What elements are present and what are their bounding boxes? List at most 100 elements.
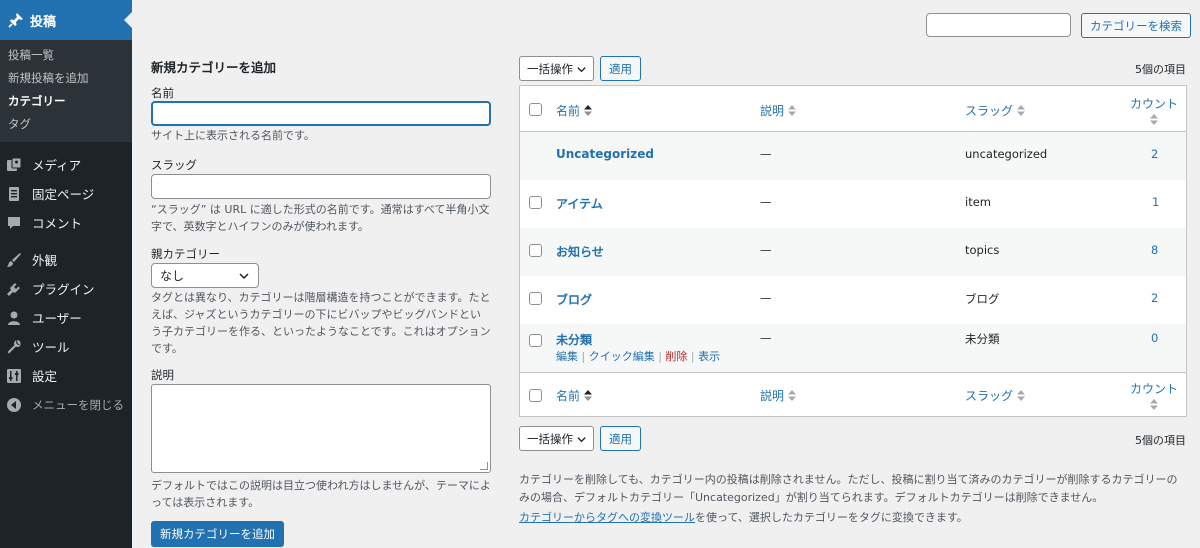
description-label: 説明 <box>151 368 174 382</box>
category-description: — <box>760 243 772 257</box>
chevron-down-icon <box>576 434 587 448</box>
column-count-label: カウント <box>1130 382 1179 396</box>
item-count-top: 5個の項目 <box>1135 63 1186 76</box>
category-description: — <box>760 331 772 345</box>
slug-input[interactable] <box>151 174 491 199</box>
column-description-header[interactable]: 説明 <box>760 102 797 119</box>
column-slug-header[interactable]: スラッグ <box>965 102 1026 119</box>
select-all-checkbox[interactable] <box>529 103 542 116</box>
menu-tools-label: ツール <box>32 340 70 355</box>
column-description-footer[interactable]: 説明 <box>760 387 797 404</box>
sort-arrows-icon <box>584 105 593 116</box>
table-row: ブログ — ブログ 2 <box>520 276 1186 324</box>
search-category-button[interactable]: カテゴリーを検索 <box>1081 13 1191 38</box>
converter-text: を使って、選択したカテゴリーをタグに変換できます。 <box>695 511 968 524</box>
menu-comments[interactable]: コメント <box>0 208 132 237</box>
view-link[interactable]: 表示 <box>698 350 720 363</box>
category-count-link[interactable]: 2 <box>1151 291 1158 305</box>
category-name-link[interactable]: ブログ <box>556 291 592 308</box>
menu-users[interactable]: ユーザー <box>0 303 132 332</box>
table-row: Uncategorized — uncategorized 2 <box>520 132 1186 180</box>
menu-tools[interactable]: ツール <box>0 332 132 361</box>
menu-media[interactable]: メディア <box>0 150 132 179</box>
category-slug: uncategorized <box>965 147 1048 161</box>
apply-button-top[interactable]: 適用 <box>600 56 641 81</box>
table-footer-row: 名前 説明 スラッグ カウント <box>520 372 1186 418</box>
column-slug-label: スラッグ <box>965 104 1014 118</box>
submenu-tags[interactable]: タグ <box>0 113 132 136</box>
row-checkbox[interactable] <box>529 334 542 347</box>
row-checkbox[interactable] <box>529 292 542 305</box>
menu-posts[interactable]: 投稿 <box>0 0 132 40</box>
apply-button-bottom[interactable]: 適用 <box>600 426 641 451</box>
column-count-header[interactable]: カウント <box>1130 95 1178 125</box>
table-row: アイテム — item 1 <box>520 180 1186 228</box>
media-icon <box>6 157 22 173</box>
delete-link[interactable]: 削除 <box>665 350 687 363</box>
category-count-link[interactable]: 2 <box>1151 147 1158 161</box>
table-row: 未分類 — 未分類 0 編集 | クイック編集 | 削除 | 表示 <box>520 324 1186 372</box>
bulk-action-label: 一括操作 <box>527 61 573 76</box>
column-slug-label: スラッグ <box>965 389 1014 403</box>
column-count-footer[interactable]: カウント <box>1130 380 1178 410</box>
category-description: — <box>760 147 772 161</box>
column-slug-footer[interactable]: スラッグ <box>965 387 1026 404</box>
bulk-action-select-top[interactable]: 一括操作 <box>519 56 594 81</box>
category-search-input[interactable] <box>926 13 1071 37</box>
admin-sidebar: 投稿 投稿一覧 新規投稿を追加 カテゴリー タグ メディア 固定ページ コメント… <box>0 0 132 548</box>
collapse-menu-label: メニューを閉じる <box>32 397 124 412</box>
category-count-link[interactable]: 0 <box>1151 331 1158 345</box>
add-category-button[interactable]: 新規カテゴリーを追加 <box>151 521 284 547</box>
category-count-link[interactable]: 8 <box>1151 243 1158 257</box>
converter-link[interactable]: カテゴリーからタグへの変換ツール <box>519 511 695 524</box>
category-name-link[interactable]: Uncategorized <box>556 147 654 161</box>
menu-pages-label: 固定ページ <box>32 187 95 202</box>
select-all-checkbox-footer[interactable] <box>529 389 542 402</box>
slug-description: “スラッグ” は URL に適した形式の名前です。通常はすべて半角小文字で、英数… <box>151 203 490 233</box>
category-slug: 未分類 <box>965 332 1000 346</box>
category-count-link[interactable]: 1 <box>1152 195 1159 209</box>
edit-link[interactable]: 編集 <box>556 350 578 363</box>
category-name-link[interactable]: 未分類 <box>556 331 592 348</box>
categories-table: 名前 説明 スラッグ カウント Uncategorized — uncatego… <box>519 85 1187 417</box>
table-row: お知らせ — topics 8 <box>520 228 1186 276</box>
category-slug: item <box>965 195 991 209</box>
menu-settings[interactable]: 設定 <box>0 361 132 390</box>
collapse-menu-button[interactable]: メニューを閉じる <box>0 390 132 419</box>
row-checkbox[interactable] <box>529 196 542 209</box>
column-name-footer[interactable]: 名前 <box>556 387 593 404</box>
category-description: — <box>760 291 772 305</box>
plugin-icon <box>6 281 22 297</box>
category-name-link[interactable]: お知らせ <box>556 243 604 260</box>
column-name-label: 名前 <box>556 389 581 403</box>
name-label: 名前 <box>151 86 174 100</box>
category-name-link[interactable]: アイテム <box>556 195 603 212</box>
sort-arrows-icon <box>1017 105 1026 116</box>
menu-appearance-label: 外観 <box>32 253 58 268</box>
menu-plugins[interactable]: プラグイン <box>0 274 132 303</box>
user-icon <box>6 310 22 326</box>
sort-arrows-icon <box>1017 390 1026 401</box>
resize-handle-icon[interactable] <box>480 462 488 470</box>
category-slug: topics <box>965 243 1000 257</box>
menu-appearance[interactable]: 外観 <box>0 245 132 274</box>
delete-note: カテゴリーを削除しても、カテゴリー内の投稿は削除されません。ただし、投稿に割り当… <box>519 473 1178 504</box>
column-name-header[interactable]: 名前 <box>556 102 593 119</box>
table-header-row: 名前 説明 スラッグ カウント <box>520 86 1186 132</box>
submenu-all-posts[interactable]: 投稿一覧 <box>0 44 132 67</box>
submenu-add-post[interactable]: 新規投稿を追加 <box>0 67 132 90</box>
quick-edit-link[interactable]: クイック編集 <box>589 350 655 363</box>
slug-label: スラッグ <box>151 158 197 172</box>
bulk-action-select-bottom[interactable]: 一括操作 <box>519 426 594 451</box>
menu-plugins-label: プラグイン <box>32 282 95 297</box>
parent-description: タグとは異なり、カテゴリーは階層構造を持つことができます。たとえば、ジャズという… <box>151 291 491 355</box>
description-textarea[interactable] <box>151 384 491 473</box>
name-input[interactable] <box>151 101 491 126</box>
row-checkbox[interactable] <box>529 244 542 257</box>
parent-select[interactable]: なし <box>151 263 259 288</box>
column-count-label: カウント <box>1130 97 1179 111</box>
submenu-categories[interactable]: カテゴリー <box>0 90 132 113</box>
page-icon <box>6 186 22 202</box>
menu-pages[interactable]: 固定ページ <box>0 179 132 208</box>
bulk-action-label: 一括操作 <box>527 431 573 446</box>
